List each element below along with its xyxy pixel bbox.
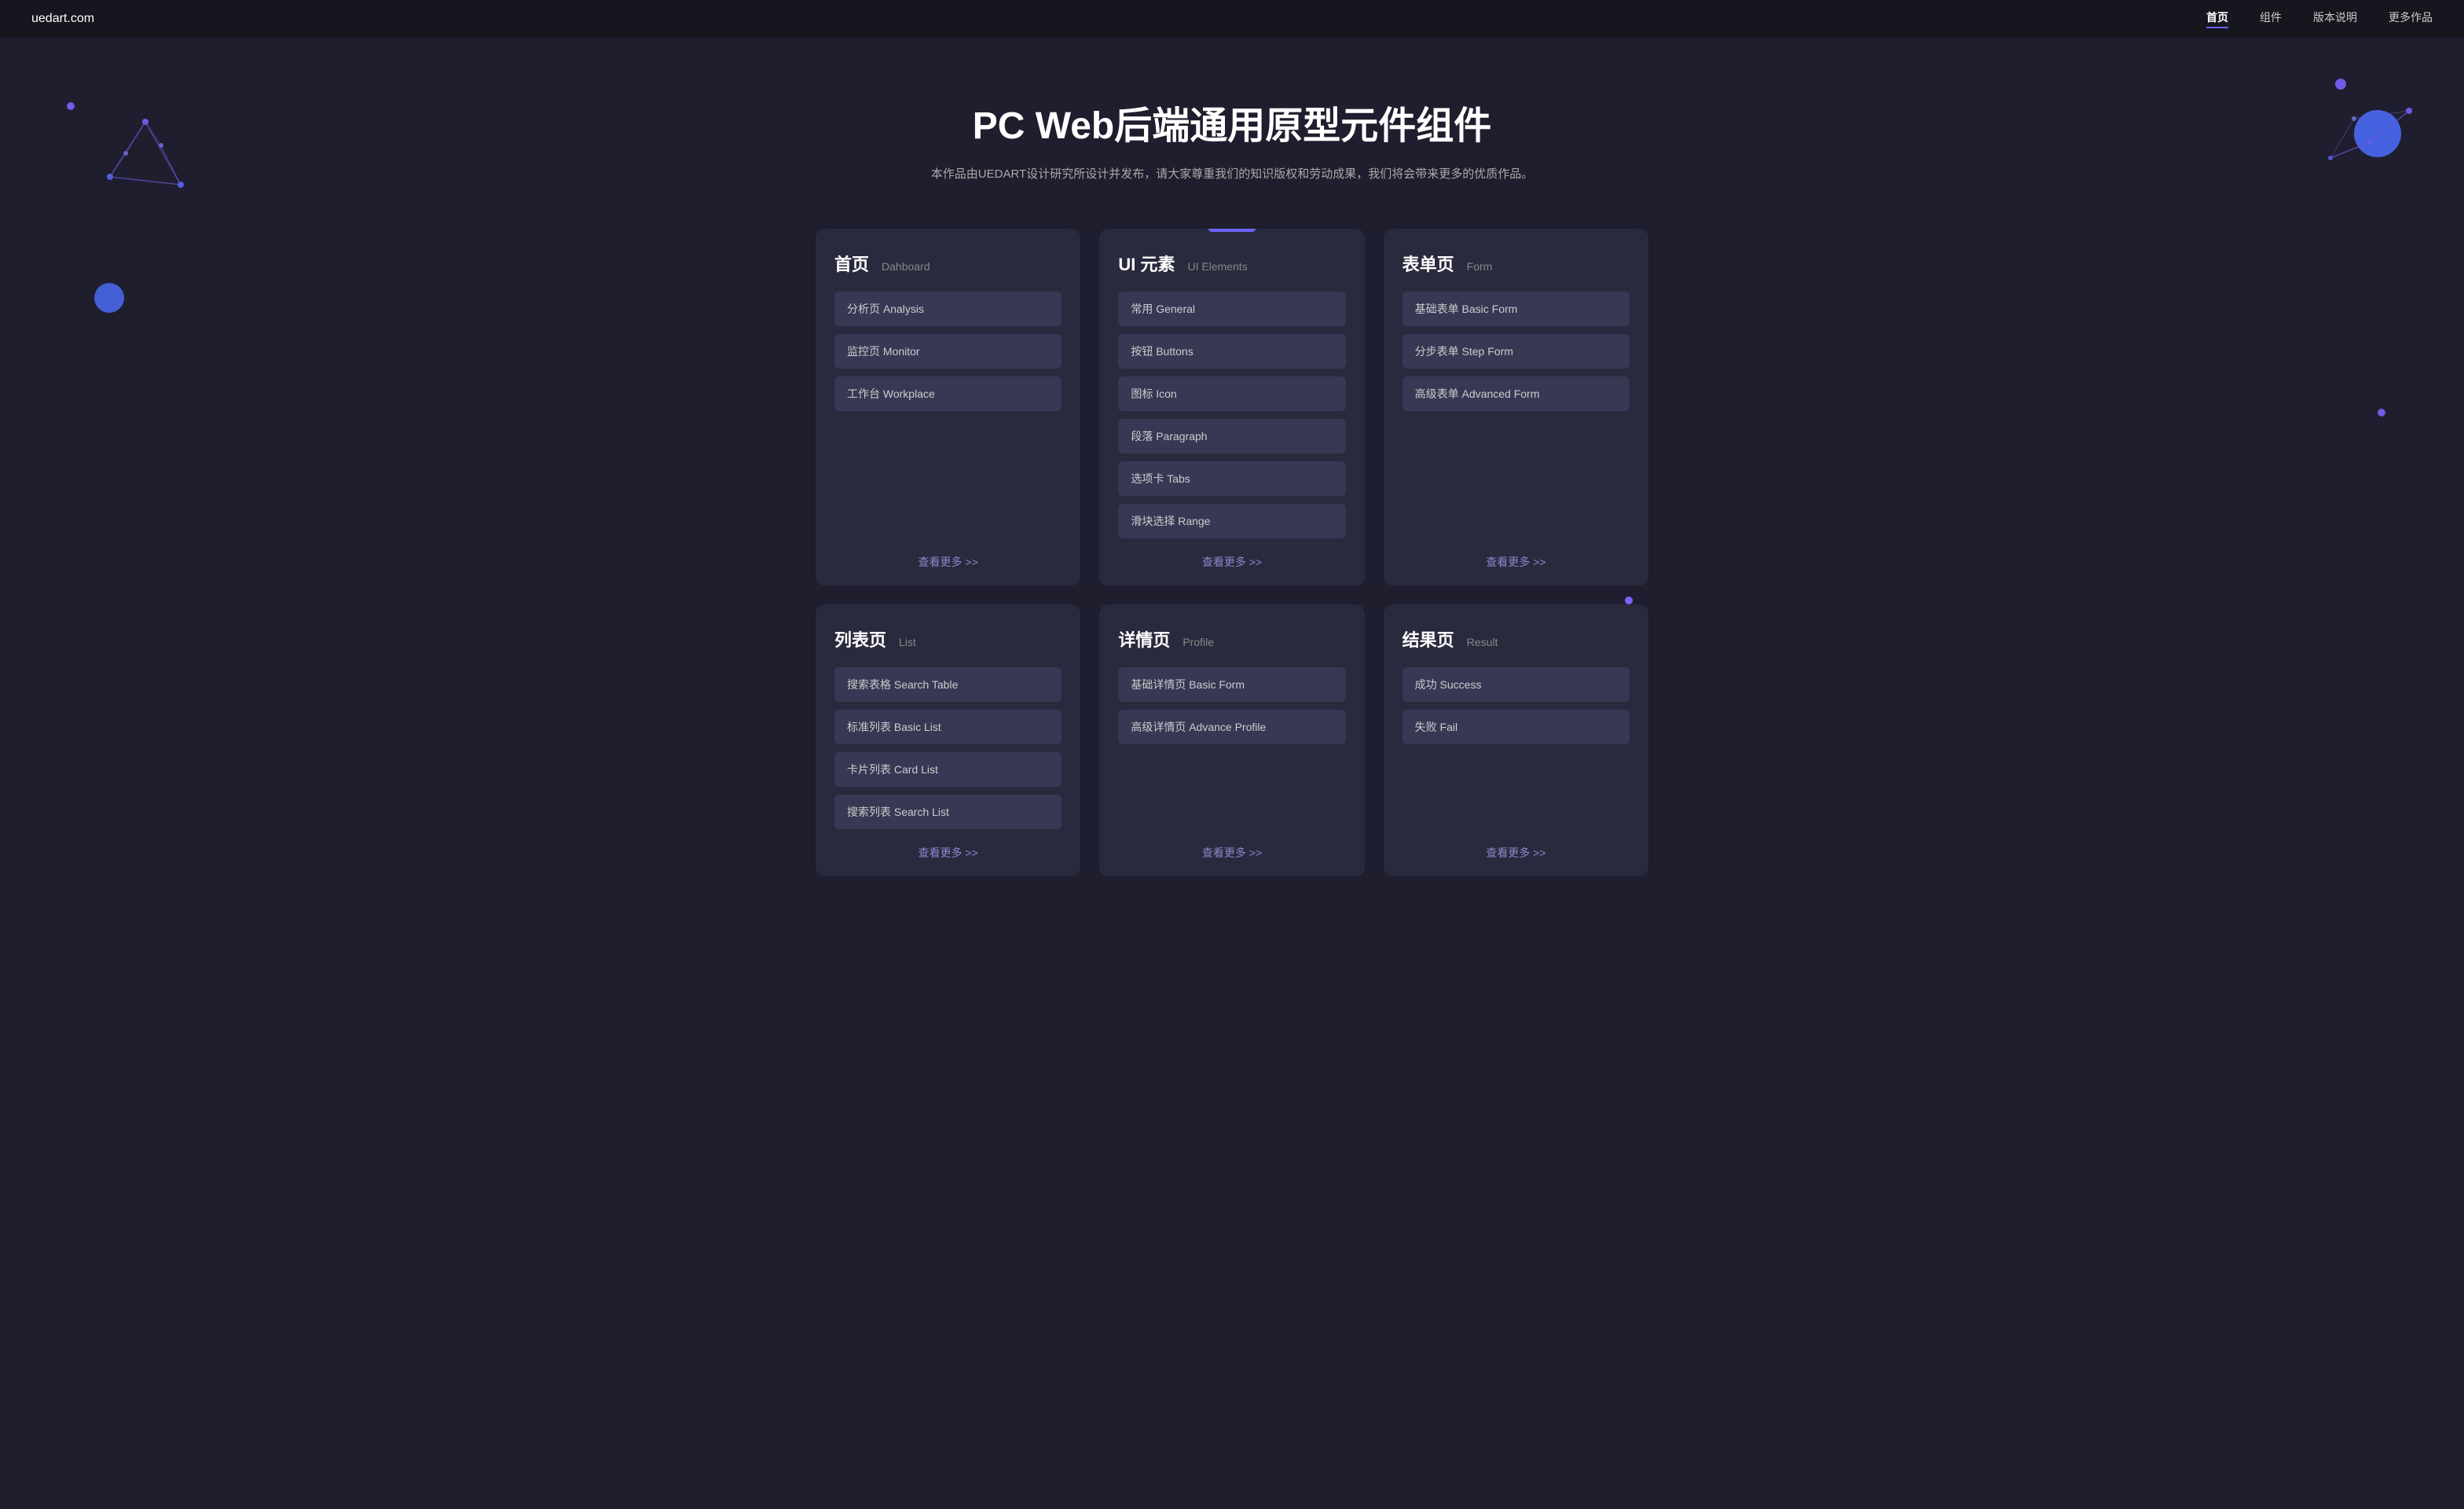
hero-title: PC Web后端通用原型元件组件 xyxy=(0,94,2464,149)
card-footer-form: 查看更多 >> xyxy=(1402,554,1630,570)
deco-dot-right xyxy=(2335,79,2346,90)
card-header-form: 表单页 Form xyxy=(1402,251,1630,276)
card-header-home: 首页 Dahboard xyxy=(834,251,1062,276)
list-item[interactable]: 工作台 Workplace xyxy=(834,376,1062,411)
card-more-link-home[interactable]: 查看更多 >> xyxy=(918,556,978,568)
card-footer-home: 查看更多 >> xyxy=(834,554,1062,570)
list-item[interactable]: 失败 Fail xyxy=(1402,710,1630,744)
list-item[interactable]: 滑块选择 Range xyxy=(1118,504,1345,538)
list-item[interactable]: 常用 General xyxy=(1118,292,1345,326)
list-item[interactable]: 成功 Success xyxy=(1402,667,1630,702)
list-item[interactable]: 基础详情页 Basic Form xyxy=(1118,667,1345,702)
card-items-result: 成功 Success 失败 Fail xyxy=(1402,667,1630,829)
card-footer-detail: 查看更多 >> xyxy=(1118,845,1345,861)
list-item[interactable]: 高级详情页 Advance Profile xyxy=(1118,710,1345,744)
card-title-cn-home: 首页 xyxy=(834,251,869,276)
card-title-cn-result: 结果页 xyxy=(1402,626,1454,652)
card-title-en-ui: UI Elements xyxy=(1187,260,1247,273)
card-footer-result: 查看更多 >> xyxy=(1402,845,1630,861)
card-title-cn-ui: UI 元素 xyxy=(1118,251,1175,276)
nav-link-首页[interactable]: 首页 xyxy=(2206,9,2228,28)
card-title-en-detail: Profile xyxy=(1182,636,1214,648)
list-item[interactable]: 选项卡 Tabs xyxy=(1118,461,1345,496)
card-form: 表单页 Form 基础表单 Basic Form 分步表单 Step Form 高级表单… xyxy=(1384,229,1648,586)
card-header-result: 结果页 Result xyxy=(1402,626,1630,652)
list-item[interactable]: 按钮 Buttons xyxy=(1118,334,1345,369)
list-item[interactable]: 基础表单 Basic Form xyxy=(1402,292,1630,326)
card-more-link-ui[interactable]: 查看更多 >> xyxy=(1202,556,1262,568)
list-item[interactable]: 标准列表 Basic List xyxy=(834,710,1062,744)
nav-links: 首页 组件 版本说明 更多作品 xyxy=(2206,9,2433,28)
card-items-ui: 常用 General 按钮 Buttons 图标 Icon 段落 Paragraph 选… xyxy=(1118,292,1345,538)
hero-subtitle: 本作品由UEDART设计研究所设计并发布，请大家尊重我们的知识版权和劳动成果，我… xyxy=(0,165,2464,182)
list-item[interactable]: 高级表单 Advanced Form xyxy=(1402,376,1630,411)
card-home: 首页 Dahboard 分析页 Analysis 监控页 Monitor 工作台 Wor… xyxy=(816,229,1080,586)
card-title-cn-detail: 详情页 xyxy=(1118,626,1170,652)
card-footer-list: 查看更多 >> xyxy=(834,845,1062,861)
card-detail: 详情页 Profile 基础详情页 Basic Form 高级详情页 Advance … xyxy=(1099,604,1364,876)
card-items-detail: 基础详情页 Basic Form 高级详情页 Advance Profile xyxy=(1118,667,1345,829)
list-item[interactable]: 搜索列表 Search List xyxy=(834,795,1062,829)
card-footer-ui: 查看更多 >> xyxy=(1118,554,1345,570)
card-ui: UI 元素 UI Elements 常用 General 按钮 Buttons 图标 I… xyxy=(1099,229,1364,586)
list-item[interactable]: 段落 Paragraph xyxy=(1118,419,1345,453)
nav-link-组件[interactable]: 组件 xyxy=(2260,9,2282,28)
card-title-en-result: Result xyxy=(1467,636,1498,648)
list-item[interactable]: 监控页 Monitor xyxy=(834,334,1062,369)
card-more-link-result[interactable]: 查看更多 >> xyxy=(1486,846,1546,859)
card-header-ui: UI 元素 UI Elements xyxy=(1118,251,1345,276)
list-item[interactable]: 卡片列表 Card List xyxy=(834,752,1062,787)
card-result: 结果页 Result 成功 Success 失败 Fail 查看更多 >> xyxy=(1384,604,1648,876)
card-list: 列表页 List 搜索表格 Search Table 标准列表 Basic List 卡… xyxy=(816,604,1080,876)
card-title-en-form: Form xyxy=(1467,260,1493,273)
card-title-en-list: List xyxy=(899,636,916,648)
list-item[interactable]: 图标 Icon xyxy=(1118,376,1345,411)
list-item[interactable]: 分析页 Analysis xyxy=(834,292,1062,326)
nav-link-更多作品[interactable]: 更多作品 xyxy=(2389,9,2433,28)
list-item[interactable]: 分步表单 Step Form xyxy=(1402,334,1630,369)
card-header-detail: 详情页 Profile xyxy=(1118,626,1345,652)
card-more-link-list[interactable]: 查看更多 >> xyxy=(918,846,978,859)
card-grid: 首页 Dahboard 分析页 Analysis 监控页 Monitor 工作台 Wor… xyxy=(800,229,1664,923)
deco-circle-left xyxy=(94,283,124,313)
deco-dot-right2 xyxy=(2378,409,2385,417)
card-more-link-detail[interactable]: 查看更多 >> xyxy=(1202,846,1262,859)
deco-card-dot xyxy=(1625,597,1633,604)
card-title-en-home: Dahboard xyxy=(882,260,930,273)
list-item[interactable]: 搜索表格 Search Table xyxy=(834,667,1062,702)
card-items-list: 搜索表格 Search Table 标准列表 Basic List 卡片列表 Car… xyxy=(834,667,1062,829)
nav-logo: uedart.com xyxy=(31,12,94,26)
card-header-list: 列表页 List xyxy=(834,626,1062,652)
card-items-home: 分析页 Analysis 监控页 Monitor 工作台 Workplace xyxy=(834,292,1062,538)
card-title-cn-form: 表单页 xyxy=(1402,251,1454,276)
nav-link-版本说明[interactable]: 版本说明 xyxy=(2313,9,2357,28)
navbar: uedart.com 首页 组件 版本说明 更多作品 xyxy=(0,0,2464,38)
card-items-form: 基础表单 Basic Form 分步表单 Step Form 高级表单 Advanc… xyxy=(1402,292,1630,538)
card-more-link-form[interactable]: 查看更多 >> xyxy=(1486,556,1546,568)
card-title-cn-list: 列表页 xyxy=(834,626,886,652)
